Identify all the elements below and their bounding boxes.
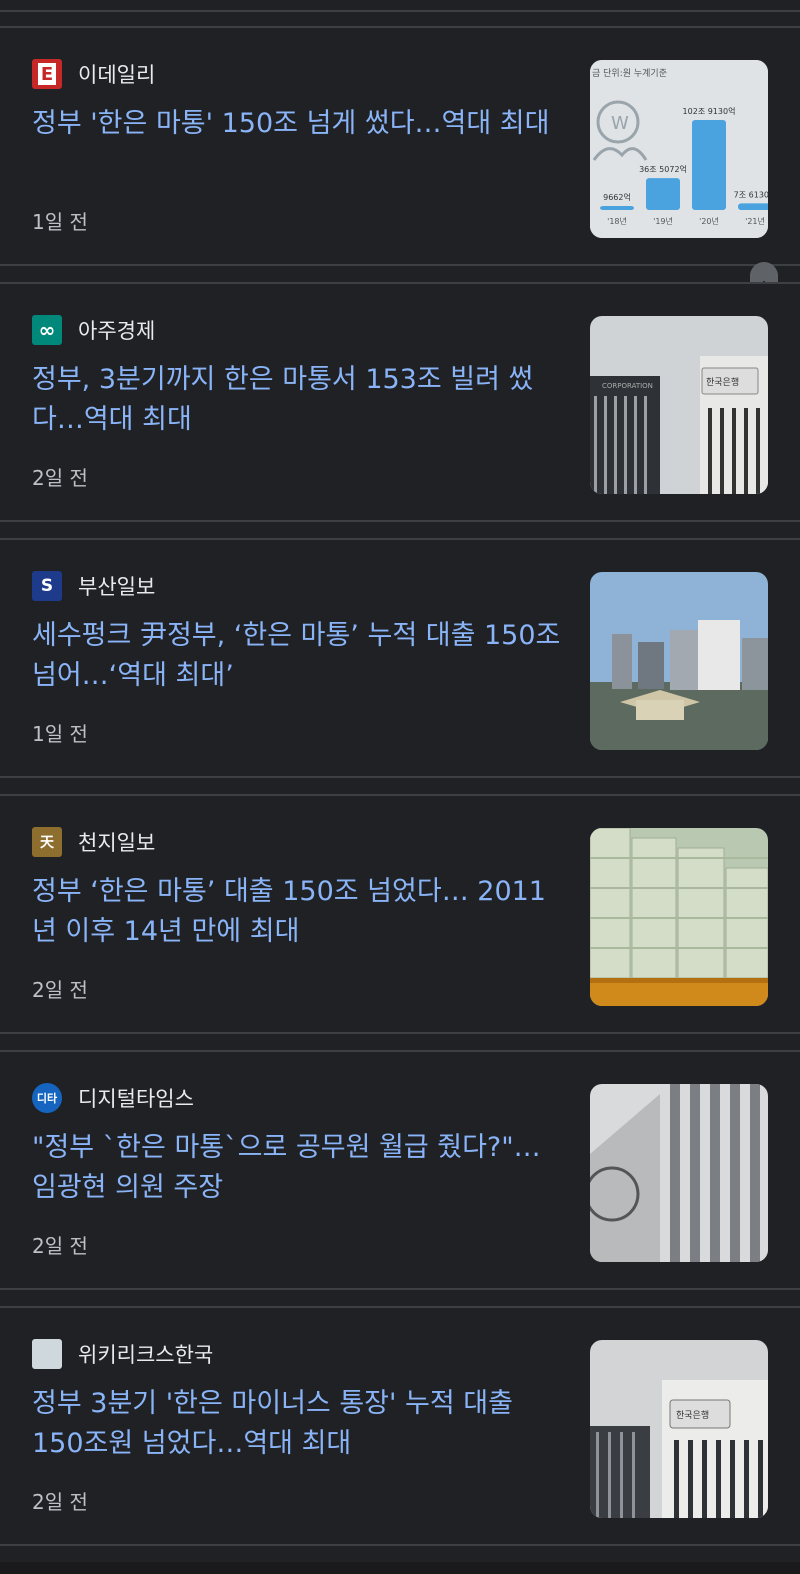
source-row: 天 천지일보: [32, 827, 155, 857]
thumb-chart-label: 금 단위:원 누계기준: [592, 67, 667, 79]
article-thumbnail[interactable]: [590, 572, 768, 750]
thumb-bar: [646, 178, 680, 210]
wikileaks-korea-logo-icon: [32, 1339, 62, 1369]
thumb-year-label: '20년: [699, 216, 719, 226]
source-name: 부산일보: [78, 575, 156, 599]
article-time: 1일 전: [32, 210, 88, 234]
thumb-year-label: '19년: [653, 216, 673, 226]
article-time: 1일 전: [32, 722, 88, 746]
article-time: 2일 전: [32, 1234, 88, 1258]
article-title[interactable]: 정부 3분기 '한은 마이너스 통장' 누적 대출 150조원 넘었다…역대 최…: [32, 1384, 562, 1464]
source-name: 아주경제: [78, 319, 156, 343]
article-time: 2일 전: [32, 1490, 88, 1514]
article-title[interactable]: 정부 ‘한은 마통’ 대출 150조 넘었다… 2011년 이후 14년 만에 …: [32, 872, 562, 952]
source-row: ∞ 아주경제: [32, 315, 155, 345]
news-card[interactable]: E 이데일리 정부 '한은 마통' 150조 넘게 썼다…역대 최대 1일 전 …: [0, 26, 800, 266]
banknote-stacks-photo: [590, 828, 768, 1006]
svg-text:한국은행: 한국은행: [706, 376, 739, 388]
svg-text:CORPORATION: CORPORATION: [602, 382, 653, 390]
digital-times-logo-icon: 디타: [32, 1083, 62, 1113]
source-name: 디지털타임스: [78, 1087, 194, 1111]
thumb-bar-label: 36조 5072억: [639, 164, 687, 174]
thumb-bar-label: 7조 6130억: [734, 189, 768, 199]
top-divider: [0, 10, 800, 12]
thumb-year-label: '18년: [607, 216, 627, 226]
article-title[interactable]: "정부 `한은 마통`으로 공무원 월급 줬다?"… 임광현 의원 주장: [32, 1128, 562, 1208]
source-row: 디타 디지털타임스: [32, 1083, 194, 1113]
article-title[interactable]: 정부 '한은 마통' 150조 넘게 썼다…역대 최대: [32, 104, 562, 144]
bank-building-photo: 한국은행: [590, 1340, 768, 1518]
news-card[interactable]: 天 천지일보 정부 ‘한은 마통’ 대출 150조 넘었다… 2011년 이후 …: [0, 794, 800, 1034]
source-row: E 이데일리: [32, 59, 155, 89]
article-thumbnail[interactable]: 한국은행: [590, 1340, 768, 1518]
thumb-bar: [692, 120, 726, 210]
article-time: 2일 전: [32, 978, 88, 1002]
bar-chart-thumbnail: 금 단위:원 누계기준 W 9662억 '18년 36조 5072억 '19년 102조…: [590, 60, 768, 238]
thumb-bar: [600, 206, 634, 210]
bottom-divider: [0, 1562, 800, 1574]
article-thumbnail[interactable]: CORPORATION 한국은행: [590, 316, 768, 494]
busan-ilbo-logo-icon: S: [32, 571, 62, 601]
news-card[interactable]: ∞ 아주경제 정부, 3분기까지 한은 마통서 153조 빌려 썼다…역대 최대…: [0, 282, 800, 522]
thumb-bar-label: 102조 9130억: [683, 106, 736, 116]
thumb-bar: [738, 203, 768, 210]
source-name: 천지일보: [78, 831, 156, 855]
thumb-year-label: '21년: [745, 216, 765, 226]
ajunews-logo-icon: ∞: [32, 315, 62, 345]
article-time: 2일 전: [32, 466, 88, 490]
news-card[interactable]: 디타 디지털타임스 "정부 `한은 마통`으로 공무원 월급 줬다?"… 임광현…: [0, 1050, 800, 1290]
svg-text:W: W: [611, 113, 629, 134]
article-thumbnail[interactable]: [590, 1084, 768, 1262]
edaily-logo-icon: E: [32, 59, 62, 89]
news-card[interactable]: S 부산일보 세수펑크 尹정부, ‘한은 마통’ 누적 대출 150조 넘어…‘…: [0, 538, 800, 778]
city-aerial-photo: [590, 572, 768, 750]
thumb-bar-label: 9662억: [603, 192, 631, 202]
source-name: 이데일리: [78, 63, 156, 87]
source-name: 위키리크스한국: [78, 1343, 214, 1367]
article-thumbnail[interactable]: 금 단위:원 누계기준 W 9662억 '18년 36조 5072억 '19년 102조…: [590, 60, 768, 238]
article-thumbnail[interactable]: [590, 828, 768, 1006]
svg-text:한국은행: 한국은행: [676, 1409, 709, 1421]
article-title[interactable]: 정부, 3분기까지 한은 마통서 153조 빌려 썼다…역대 최대: [32, 360, 562, 440]
source-row: 위키리크스한국: [32, 1339, 213, 1369]
bank-facade-photo: [590, 1084, 768, 1262]
cheonji-ilbo-logo-icon: 天: [32, 827, 62, 857]
news-card[interactable]: 위키리크스한국 정부 3분기 '한은 마이너스 통장' 누적 대출 150조원 …: [0, 1306, 800, 1546]
bank-building-photo: CORPORATION 한국은행: [590, 316, 768, 494]
source-row: S 부산일보: [32, 571, 155, 601]
article-title[interactable]: 세수펑크 尹정부, ‘한은 마통’ 누적 대출 150조 넘어…‘역대 최대’: [32, 616, 562, 696]
